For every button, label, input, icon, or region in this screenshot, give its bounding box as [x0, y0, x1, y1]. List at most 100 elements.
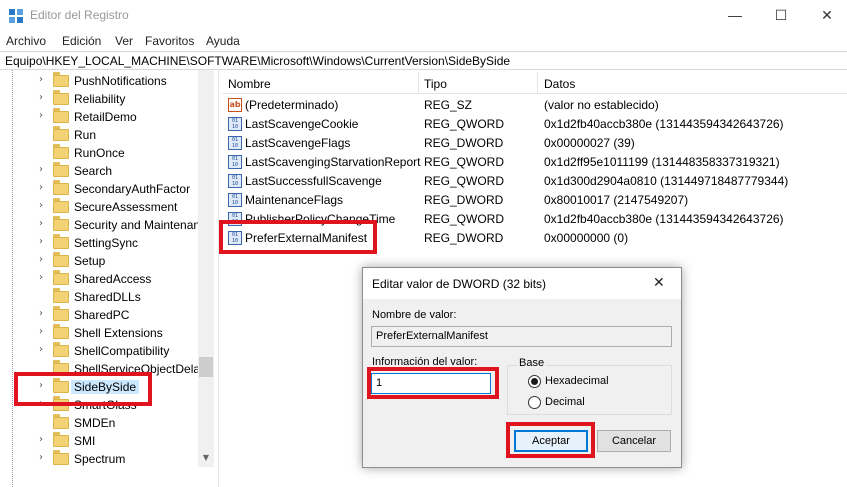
value-row[interactable]: ab (Predeterminado) REG_SZ (valor no est…	[222, 96, 847, 115]
column-divider[interactable]	[418, 72, 419, 94]
tree-item[interactable]: › Reliability	[0, 90, 200, 108]
tree-item[interactable]: › Search	[0, 162, 200, 180]
chevron-right-icon[interactable]: ›	[39, 74, 43, 85]
tree-item[interactable]: › ShellCompatibility	[0, 342, 200, 360]
folder-icon	[53, 234, 69, 249]
menu-bar: Archivo Edición Ver Favoritos Ayuda	[0, 31, 847, 51]
menu-favoritos[interactable]: Favoritos	[145, 34, 194, 48]
tree-scrollbar[interactable]	[198, 70, 214, 467]
chevron-right-icon[interactable]: ›	[39, 452, 43, 463]
tree-item-label: Security and Maintenan	[74, 218, 201, 232]
value-row[interactable]: 01 10 LastScavengeCookie REG_QWORD 0x1d2f…	[222, 115, 847, 134]
value-data: (valor no establecido)	[544, 98, 659, 112]
cancel-button[interactable]: Cancelar	[597, 430, 671, 452]
column-header-type[interactable]: Tipo	[424, 77, 447, 91]
tree-item[interactable]: › Security and Maintenan	[0, 216, 200, 234]
value-name: LastScavengeFlags	[245, 136, 351, 150]
tree-item-label: RunOnce	[74, 146, 125, 160]
chevron-right-icon[interactable]: ›	[39, 326, 43, 337]
column-header-name[interactable]: Nombre	[228, 77, 271, 91]
tree-item[interactable]: › Setup	[0, 252, 200, 270]
tree-item[interactable]: › SMI	[0, 432, 200, 450]
tree-item[interactable]: › SharedPC	[0, 306, 200, 324]
dialog-close-icon[interactable]: ✕	[653, 274, 665, 291]
tree-item-label: Search	[74, 164, 113, 178]
column-header-data[interactable]: Datos	[544, 77, 575, 91]
tree-item-label: SettingSync	[74, 236, 139, 250]
folder-icon	[53, 342, 69, 357]
value-data: 0x00000027 (39)	[544, 136, 635, 150]
minimize-button[interactable]: —	[712, 0, 758, 31]
value-row[interactable]: 01 10 LastScavengeFlags REG_DWORD 0x00000…	[222, 134, 847, 153]
tree-item-label: Spectrum	[74, 452, 126, 466]
column-divider[interactable]	[537, 72, 538, 94]
menu-archivo[interactable]: Archivo	[6, 34, 46, 48]
tree-item-label: Shell Extensions	[74, 326, 163, 340]
value-type: REG_QWORD	[424, 212, 505, 226]
value-row[interactable]: 01 10 LastSuccessfullScavenge REG_QWORD 0…	[222, 172, 847, 191]
value-row[interactable]: 01 10 MaintenanceFlags REG_DWORD 0x800100…	[222, 191, 847, 210]
registry-tree[interactable]: › PushNotifications › Reliability › RetailD…	[0, 70, 214, 487]
binary-value-icon: 01 10	[228, 193, 242, 207]
chevron-right-icon[interactable]: ›	[39, 200, 43, 211]
tree-item-label: SharedAccess	[74, 272, 152, 286]
tree-item-label: SMI	[74, 434, 96, 448]
chevron-right-icon[interactable]: ›	[39, 182, 43, 193]
chevron-right-icon[interactable]: ›	[39, 344, 43, 355]
scroll-down-arrow-icon[interactable]: ▼	[198, 453, 214, 467]
value-name: (Predeterminado)	[245, 98, 339, 112]
folder-icon	[53, 432, 69, 447]
folder-icon	[53, 324, 69, 339]
value-name: LastScavengeCookie	[245, 117, 359, 131]
binary-value-icon: 01 10	[228, 136, 242, 150]
value-data: 0x1d300d2904a0810 (131449718487779344)	[544, 174, 789, 188]
chevron-right-icon[interactable]: ›	[39, 254, 43, 265]
radio-decimal-label[interactable]: Decimal	[545, 396, 585, 408]
chevron-right-icon[interactable]: ›	[39, 434, 43, 445]
chevron-right-icon[interactable]: ›	[39, 218, 43, 229]
tree-item[interactable]: › PushNotifications	[0, 72, 200, 90]
tree-item[interactable]: › SecureAssessment	[0, 198, 200, 216]
tree-item[interactable]: › Spectrum	[0, 450, 200, 468]
tree-item[interactable]: SharedDLLs	[0, 288, 200, 306]
radio-hexadecimal[interactable]	[528, 375, 541, 388]
radio-hexadecimal-label[interactable]: Hexadecimal	[545, 375, 609, 387]
tree-item-label: RetailDemo	[74, 110, 137, 124]
value-name: LastSuccessfullScavenge	[245, 174, 382, 188]
folder-icon	[53, 144, 69, 159]
chevron-right-icon[interactable]: ›	[39, 92, 43, 103]
menu-ayuda[interactable]: Ayuda	[206, 34, 240, 48]
chevron-right-icon[interactable]: ›	[39, 236, 43, 247]
maximize-button[interactable]: ☐	[758, 0, 804, 31]
chevron-right-icon[interactable]: ›	[39, 272, 43, 283]
close-button[interactable]: ✕	[804, 0, 847, 31]
value-data: 0x1d2ff95e1011199 (131448358337319321)	[544, 155, 780, 169]
tree-item[interactable]: SMDEn	[0, 414, 200, 432]
chevron-right-icon[interactable]: ›	[39, 308, 43, 319]
scrollbar-thumb[interactable]	[199, 357, 213, 377]
folder-icon	[53, 288, 69, 303]
folder-icon	[53, 216, 69, 231]
folder-icon	[53, 72, 69, 87]
folder-icon	[53, 162, 69, 177]
folder-icon	[53, 180, 69, 195]
tree-item[interactable]: RunOnce	[0, 144, 200, 162]
value-type: REG_SZ	[424, 98, 473, 112]
menu-edicion[interactable]: Edición	[62, 34, 101, 48]
tree-item[interactable]: › RetailDemo	[0, 108, 200, 126]
menu-ver[interactable]: Ver	[115, 34, 133, 48]
tree-item[interactable]: › SharedAccess	[0, 270, 200, 288]
dialog-title: Editar valor de DWORD (32 bits)	[372, 277, 547, 291]
tree-item[interactable]: › Shell Extensions	[0, 324, 200, 342]
chevron-right-icon[interactable]: ›	[39, 110, 43, 121]
tree-item[interactable]: Run	[0, 126, 200, 144]
value-type: REG_DWORD	[424, 231, 504, 245]
value-row[interactable]: 01 10 LastScavengingStarvationReport REG_…	[222, 153, 847, 172]
address-bar[interactable]: Equipo\HKEY_LOCAL_MACHINE\SOFTWARE\Micro…	[0, 51, 847, 70]
tree-item[interactable]: › SecondaryAuthFactor	[0, 180, 200, 198]
radio-decimal[interactable]	[528, 396, 541, 409]
address-path[interactable]: Equipo\HKEY_LOCAL_MACHINE\SOFTWARE\Micro…	[5, 54, 510, 68]
folder-icon	[53, 450, 69, 465]
tree-item[interactable]: › SettingSync	[0, 234, 200, 252]
chevron-right-icon[interactable]: ›	[39, 164, 43, 175]
